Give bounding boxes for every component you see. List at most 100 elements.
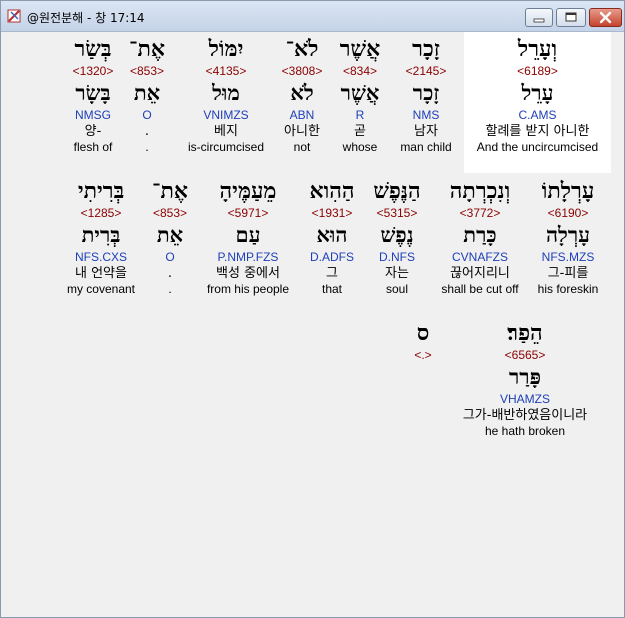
hebrew-word: הַנֶּפֶשׁ bbox=[373, 178, 421, 204]
english-gloss: flesh of bbox=[73, 140, 113, 154]
morphology-code: D.ADFS bbox=[309, 250, 354, 264]
hebrew-word: וְעָרֵל bbox=[517, 36, 558, 62]
word-block[interactable]: אֶת־ <853> אֵת O . . bbox=[145, 178, 195, 296]
word-block[interactable]: לֹא־ <3808> לֹא ABN 아니한 not bbox=[272, 36, 332, 154]
maximize-button[interactable] bbox=[556, 8, 586, 27]
title-bar[interactable]: @원전분해 - 창 17:14 bbox=[1, 1, 624, 32]
hebrew-lemma: עָרְלָה bbox=[545, 222, 591, 247]
morphology-code: NMS bbox=[412, 108, 440, 122]
hebrew-lemma: עָרֵל bbox=[521, 80, 554, 105]
hebrew-lemma: אֵת bbox=[133, 80, 161, 105]
strong-number: <4135> bbox=[205, 64, 247, 78]
maximize-icon bbox=[565, 12, 577, 22]
minimize-button[interactable] bbox=[525, 8, 553, 27]
strong-number: <6565> bbox=[504, 348, 546, 362]
word-block[interactable]: עָרְלָתוֹ <6190> עָרְלָה NFS.MZS 그-피를 hi… bbox=[528, 178, 608, 296]
strong-number: <1320> bbox=[72, 64, 114, 78]
word-block[interactable]: ס <.> bbox=[405, 320, 441, 362]
korean-gloss: 할례를 받지 아니한 bbox=[485, 124, 590, 139]
morphology-code: VHAMZS bbox=[499, 392, 550, 406]
hebrew-lemma: אֲשֶׁר bbox=[340, 80, 380, 105]
english-gloss: . bbox=[168, 282, 172, 296]
window-title: @원전분해 - 창 17:14 bbox=[27, 11, 145, 25]
morphology-code: VNIMZS bbox=[203, 108, 249, 122]
hebrew-lemma: הוּא bbox=[316, 222, 348, 247]
strong-number: <853> bbox=[129, 64, 165, 78]
english-gloss: whose bbox=[342, 140, 378, 154]
korean-gloss: 백성 중에서 bbox=[216, 266, 280, 281]
english-gloss: not bbox=[293, 140, 311, 154]
korean-gloss: 그-피를 bbox=[547, 266, 589, 281]
strong-number: <2145> bbox=[405, 64, 447, 78]
word-block[interactable]: יִמּוֹל <4135> מוּל VNIMZS 베지 is-circumc… bbox=[180, 36, 272, 154]
word-block[interactable]: וְנִכְרְתָה <3772> כָּרַת CVNAFZS 끊어지리니 … bbox=[435, 178, 525, 296]
english-gloss: his foreskin bbox=[537, 282, 599, 296]
word-block[interactable]: הַהִוא <1931> הוּא D.ADFS 그 that bbox=[301, 178, 363, 296]
hebrew-word: עָרְלָתוֹ bbox=[541, 178, 595, 204]
hebrew-word: ס bbox=[416, 320, 430, 346]
strong-number: <3772> bbox=[459, 206, 501, 220]
hebrew-word: בְּרִיתִי bbox=[77, 178, 125, 204]
hebrew-lemma: נֶפֶשׁ bbox=[380, 222, 414, 247]
hebrew-word: יִמּוֹל bbox=[208, 36, 244, 62]
word-block[interactable]: אֲשֶׁר <834> אֲשֶׁר R 곧 whose bbox=[332, 36, 388, 154]
korean-gloss: 곧 bbox=[354, 124, 366, 139]
word-block[interactable]: אֶת־ <853> אֵת O . . bbox=[126, 36, 168, 154]
korean-gloss: 내 언약을 bbox=[75, 266, 127, 281]
hebrew-lemma: זָכָר bbox=[412, 80, 440, 105]
strong-number: <1285> bbox=[80, 206, 122, 220]
korean-gloss: 남자 bbox=[414, 124, 438, 139]
korean-gloss: . bbox=[144, 124, 150, 139]
close-icon bbox=[599, 11, 612, 24]
korean-gloss: 아니한 bbox=[284, 124, 320, 139]
hebrew-word: בְּשַׂר bbox=[74, 36, 112, 62]
close-button[interactable] bbox=[589, 8, 622, 27]
english-gloss: . bbox=[145, 140, 149, 154]
hebrew-lemma: פָּרַר bbox=[508, 364, 542, 389]
english-gloss: man child bbox=[400, 140, 452, 154]
strong-number: <5971> bbox=[227, 206, 269, 220]
strong-number: <1931> bbox=[311, 206, 353, 220]
korean-gloss: . bbox=[167, 266, 173, 281]
hebrew-word: אֲשֶׁר bbox=[339, 36, 381, 62]
morphology-code: D.NFS bbox=[379, 250, 415, 264]
hebrew-word: הַהִוא bbox=[309, 178, 355, 204]
english-gloss: soul bbox=[385, 282, 408, 296]
morphology-code: NFS.MZS bbox=[541, 250, 595, 264]
morphology-code: O bbox=[165, 250, 175, 264]
morphology-code: CVNAFZS bbox=[451, 250, 508, 264]
korean-gloss: 자는 bbox=[385, 266, 409, 281]
morphology-code: P.NMP.FZS bbox=[217, 250, 279, 264]
word-block[interactable]: בְּשַׂר <1320> בָּשָׂר NMSG 양- flesh of bbox=[65, 36, 121, 154]
korean-gloss: 양- bbox=[84, 124, 102, 139]
morphology-code: ABN bbox=[289, 108, 315, 122]
word-block[interactable]: הֵפַר׃ <6565> פָּרַר VHAMZS 그가-배반하였음이니라 … bbox=[445, 320, 605, 438]
hebrew-lemma: עַם bbox=[235, 222, 261, 247]
word-block[interactable]: זָכָר <2145> זָכָר NMS 남자 man child bbox=[388, 36, 464, 154]
app-window: @원전분해 - 창 17:14 וְעָרֵל <6189> עָרֵל C.A… bbox=[0, 0, 625, 618]
morphology-code: NFS.CXS bbox=[74, 250, 127, 264]
strong-number: <834> bbox=[342, 64, 378, 78]
hebrew-lemma: מוּל bbox=[212, 80, 240, 105]
hebrew-word: אֶת־ bbox=[152, 178, 188, 204]
english-gloss: he hath broken bbox=[484, 424, 566, 438]
word-block[interactable]: וְעָרֵל <6189> עָרֵל C.AMS 할례를 받지 아니한 An… bbox=[464, 36, 611, 154]
app-icon bbox=[6, 8, 22, 24]
english-gloss: shall be cut off bbox=[441, 282, 519, 296]
strong-number: <.> bbox=[414, 348, 432, 362]
english-gloss: is-circumcised bbox=[187, 140, 264, 154]
hebrew-word: אֶת־ bbox=[129, 36, 165, 62]
korean-gloss: 베지 bbox=[214, 124, 238, 139]
strong-number: <6189> bbox=[517, 64, 558, 78]
word-block[interactable]: מֵעַמֶּיהָ <5971> עַם P.NMP.FZS 백성 중에서 f… bbox=[198, 178, 298, 296]
interlinear-view: וְעָרֵל <6189> עָרֵל C.AMS 할례를 받지 아니한 An… bbox=[5, 32, 619, 612]
minimize-icon bbox=[533, 18, 545, 23]
morphology-code: C.AMS bbox=[518, 108, 557, 122]
hebrew-word: מֵעַמֶּיהָ bbox=[219, 178, 277, 204]
korean-gloss: 끊어지리니 bbox=[450, 266, 510, 281]
strong-number: <853> bbox=[152, 206, 188, 220]
word-block[interactable]: בְּרִיתִי <1285> בְּרִית NFS.CXS 내 언약을 m… bbox=[60, 178, 142, 296]
word-block[interactable]: הַנֶּפֶשׁ <5315> נֶפֶשׁ D.NFS 자는 soul bbox=[366, 178, 428, 296]
morphology-code: NMSG bbox=[75, 108, 111, 122]
morphology-code: R bbox=[355, 108, 365, 122]
